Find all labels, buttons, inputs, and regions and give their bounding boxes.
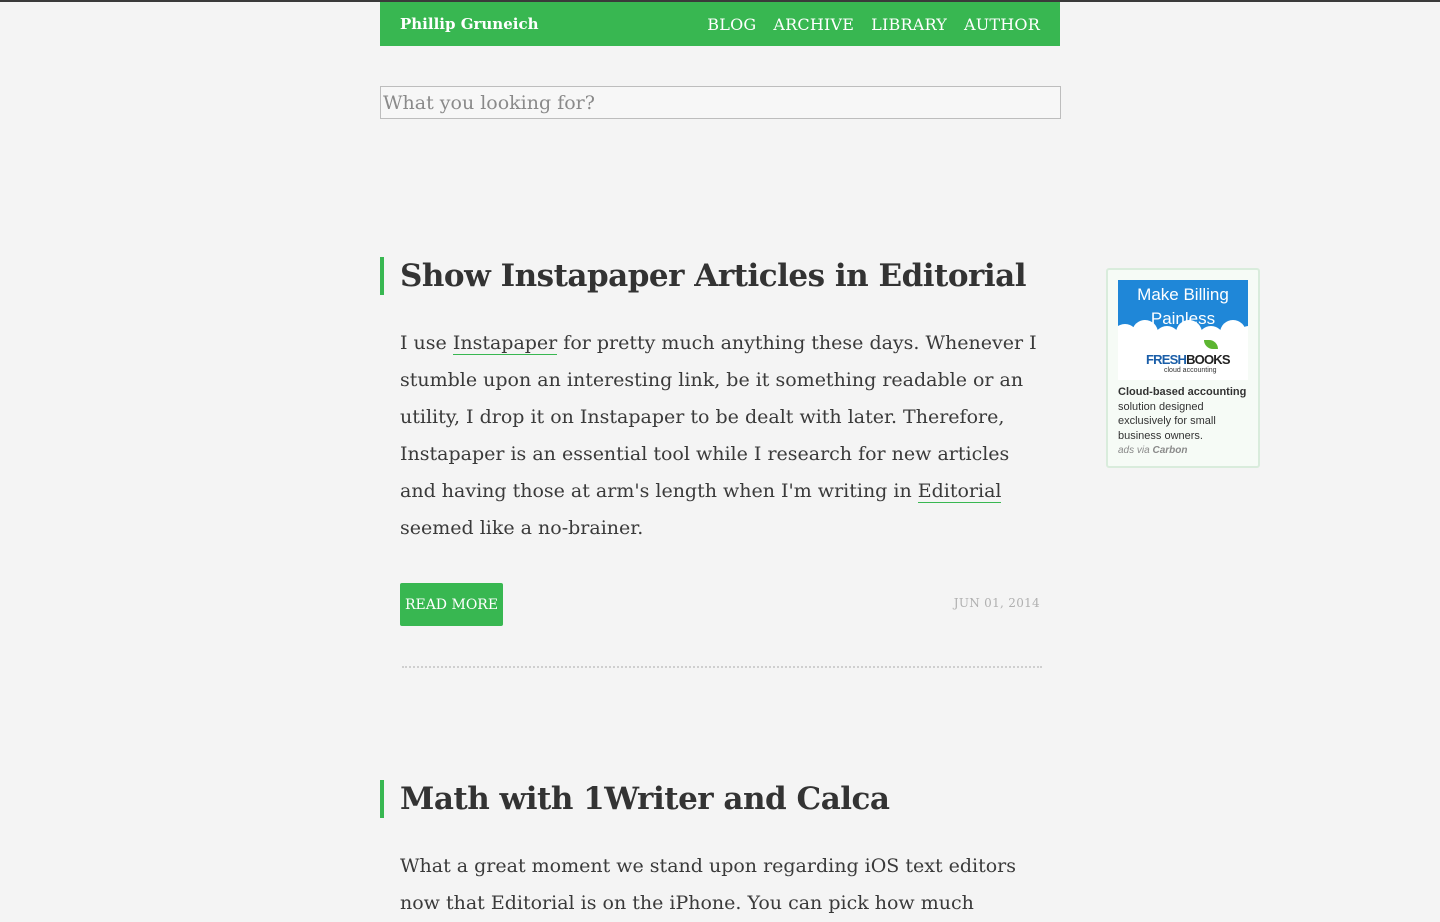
- post-title-wrap: Math with 1Writer and Calca: [380, 780, 1060, 818]
- ad-image[interactable]: Make Billing Painless FRESHBOOKS cloud a…: [1118, 280, 1248, 380]
- nav-author-link[interactable]: AUTHOR: [964, 15, 1040, 34]
- post-title-link[interactable]: Math with 1Writer and Calca: [400, 780, 1060, 818]
- post-divider: [402, 666, 1042, 668]
- ad-headline: Make Billing Painless: [1137, 285, 1229, 328]
- excerpt-text: seemed like a no-brainer.: [400, 517, 644, 539]
- carbon-ad[interactable]: Make Billing Painless FRESHBOOKS cloud a…: [1106, 268, 1260, 468]
- post-article: Show Instapaper Articles in Editorial I …: [380, 257, 1060, 668]
- excerpt-text: I use: [400, 332, 453, 354]
- site-title-link[interactable]: Phillip Gruneich: [400, 15, 539, 33]
- search-input[interactable]: [380, 86, 1061, 119]
- ad-via-prefix: ads via: [1118, 445, 1153, 456]
- ad-text-link[interactable]: Cloud-based accounting solution designed…: [1118, 385, 1252, 443]
- nav-library-link[interactable]: LIBRARY: [871, 15, 947, 34]
- ad-copy-rest: solution designed exclusively for small …: [1118, 400, 1216, 442]
- post-article: Math with 1Writer and Calca What a great…: [380, 780, 1060, 922]
- logo-books: BOOKS: [1186, 352, 1230, 367]
- post-title-wrap: Show Instapaper Articles in Editorial: [380, 257, 1060, 295]
- logo-fresh: FRESH: [1146, 352, 1187, 367]
- main-nav: BLOG ARCHIVE LIBRARY AUTHOR: [707, 15, 1040, 34]
- excerpt-text: What a great moment we stand upon regard…: [400, 855, 1017, 914]
- nav-archive-link[interactable]: ARCHIVE: [773, 15, 854, 34]
- nav-blog-link[interactable]: BLOG: [707, 15, 756, 34]
- site-header: Phillip Gruneich BLOG ARCHIVE LIBRARY AU…: [380, 2, 1060, 46]
- ad-copy-lead: Cloud-based accounting: [1118, 386, 1247, 398]
- freshbooks-logo: FRESHBOOKS: [1146, 352, 1231, 367]
- excerpt-text: for pretty much anything these days. Whe…: [400, 332, 1037, 502]
- post-excerpt: I use Instapaper for pretty much anythin…: [380, 325, 1060, 547]
- logo-subtitle: cloud accounting: [1164, 367, 1217, 374]
- editorial-link[interactable]: Editorial: [917, 480, 1002, 503]
- post-excerpt: What a great moment we stand upon regard…: [380, 848, 1060, 922]
- instapaper-link[interactable]: Instapaper: [452, 332, 558, 355]
- ad-via-brand: Carbon: [1152, 445, 1188, 456]
- ads-via-carbon-link[interactable]: ads via Carbon: [1118, 445, 1187, 456]
- read-more-button[interactable]: READ MORE: [400, 583, 503, 626]
- post-date: JUN 01, 2014: [953, 596, 1040, 610]
- post-title-link[interactable]: Show Instapaper Articles in Editorial: [400, 257, 1060, 295]
- post-footer: READ MORE JUN 01, 2014: [400, 583, 1040, 626]
